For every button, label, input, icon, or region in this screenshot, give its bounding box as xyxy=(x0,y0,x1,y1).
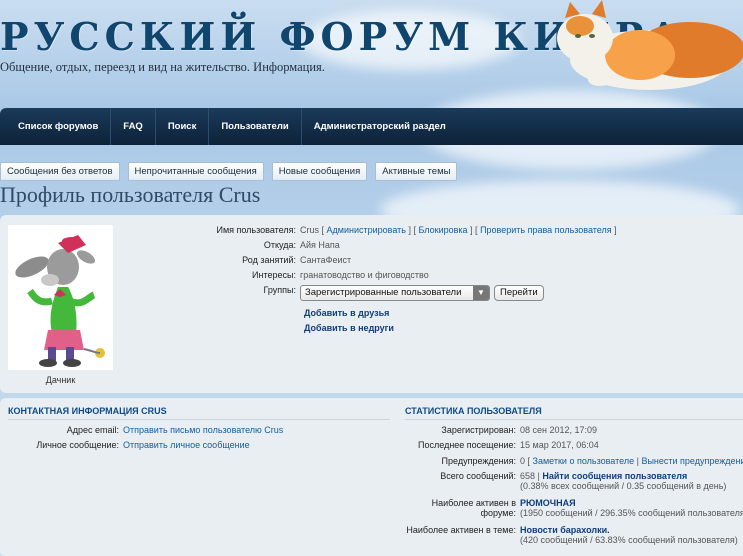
joined-value: 08 сен 2012, 17:09 xyxy=(520,425,598,435)
groups-select[interactable]: Зарегистрированные пользователи ▼ xyxy=(300,285,490,301)
active-forum-detail: (1950 сообщений / 296.35% сообщений поль… xyxy=(520,508,743,518)
interests-row: Интересы: гранатоводство и фиговодство xyxy=(140,268,429,282)
avatar-caption: Дачник xyxy=(45,375,76,385)
donkey-avatar-image xyxy=(8,225,113,370)
pm-row: Личное сообщение: Отправить личное сообщ… xyxy=(8,440,250,450)
details-panel: КОНТАКТНАЯ ИНФОРМАЦИЯ CRUS Адрес email: … xyxy=(0,398,743,556)
stats-section-title: СТАТИСТИКА ПОЛЬЗОВАТЕЛЯ xyxy=(405,406,743,420)
last-visit-value: 15 мар 2017, 06:04 xyxy=(520,440,599,450)
interests-value: гранатоводство и фиговодство xyxy=(300,270,429,280)
occupation-label: Род занятий: xyxy=(242,255,296,265)
send-pm-link[interactable]: Отправить личное сообщение xyxy=(123,440,250,450)
location-label: Откуда: xyxy=(263,240,296,250)
nav-users[interactable]: Пользователи xyxy=(209,108,302,145)
warnings-label: Предупреждения: xyxy=(441,456,516,466)
joined-row: Зарегистрирован: 08 сен 2012, 17:09 xyxy=(405,425,597,435)
username-label: Имя пользователя: xyxy=(216,225,296,235)
avatar xyxy=(8,225,113,370)
user-notes-link[interactable]: Заметки о пользователе xyxy=(533,456,635,466)
nav-search[interactable]: Поиск xyxy=(156,108,210,145)
active-topic-label: Наиболее активен в теме: xyxy=(406,525,516,535)
warnings-row: Предупреждения: 0 [ Заметки о пользовате… xyxy=(405,456,743,466)
groups-row: Группы: Зарегистрированные пользователи … xyxy=(140,285,544,303)
posts-detail: (0.38% всех сообщений / 0.35 сообщений в… xyxy=(520,481,727,491)
joined-label: Зарегистрирован: xyxy=(441,425,516,435)
unanswered-posts-button[interactable]: Сообщения без ответов xyxy=(0,162,120,181)
go-button[interactable]: Перейти xyxy=(494,285,544,301)
page-title: Профиль пользователя Crus xyxy=(0,182,261,207)
ban-link[interactable]: Блокировка xyxy=(418,225,467,235)
nav-admin[interactable]: Администраторский раздел xyxy=(302,108,458,145)
main-navbar: Список форумов FAQ Поиск Пользователи Ад… xyxy=(0,108,743,145)
username-value: Crus xyxy=(300,225,320,235)
administrate-link[interactable]: Администрировать xyxy=(327,225,406,235)
add-foe-link[interactable]: Добавить в недруги xyxy=(304,323,394,333)
active-forum-label: Наиболее активен в форуме: xyxy=(431,498,516,518)
username-row: Имя пользователя: Crus [ Администрироват… xyxy=(140,223,616,237)
interests-label: Интересы: xyxy=(252,270,296,280)
email-row: Адрес email: Отправить письмо пользовате… xyxy=(8,425,284,435)
active-topic-row: Наиболее активен в теме: Новости барахол… xyxy=(405,525,738,545)
posts-label: Всего сообщений: xyxy=(440,471,516,481)
location-row: Откуда: Айя Напа xyxy=(140,238,340,252)
pm-label: Личное сообщение: xyxy=(36,440,119,450)
groups-label: Группы: xyxy=(263,285,297,295)
occupation-row: Род занятий: СантаФеист xyxy=(140,253,351,267)
issue-warning-link[interactable]: Вынести предупреждение xyxy=(641,456,743,466)
new-posts-button[interactable]: Новые сообщения xyxy=(271,162,368,181)
occupation-value: СантаФеист xyxy=(300,255,352,265)
active-forum-row: Наиболее активен в форуме: РЮМОЧНАЯ (1950… xyxy=(405,498,743,518)
posts-count: 658 xyxy=(520,471,536,481)
posts-row: Всего сообщений: 658 | Найти сообщения п… xyxy=(405,471,726,491)
active-topic-link[interactable]: Новости барахолки. xyxy=(520,525,610,535)
find-posts-link[interactable]: Найти сообщения пользователя xyxy=(542,471,687,481)
active-topic-detail: (420 сообщений / 63.83% сообщений пользо… xyxy=(520,535,738,545)
check-permissions-link[interactable]: Проверить права пользователя xyxy=(480,225,612,235)
active-forum-link[interactable]: РЮМОЧНАЯ xyxy=(520,498,576,508)
send-email-link[interactable]: Отправить письмо пользователю Crus xyxy=(123,425,283,435)
location-value: Айя Напа xyxy=(300,240,340,250)
unread-posts-button[interactable]: Непрочитанные сообщения xyxy=(127,162,264,181)
cat-image xyxy=(557,0,743,90)
chevron-down-icon: ▼ xyxy=(473,286,489,300)
last-visit-label: Последнее посещение: xyxy=(418,440,516,450)
quick-links: Сообщения без ответов Непрочитанные сооб… xyxy=(0,162,458,181)
add-friend-row: Добавить в друзья xyxy=(304,306,389,320)
active-topics-button[interactable]: Активные темы xyxy=(375,162,458,181)
warnings-count: 0 xyxy=(520,456,526,466)
last-visit-row: Последнее посещение: 15 мар 2017, 06:04 xyxy=(405,440,599,450)
add-friend-link[interactable]: Добавить в друзья xyxy=(304,308,389,318)
contact-section-title: КОНТАКТНАЯ ИНФОРМАЦИЯ CRUS xyxy=(8,406,390,420)
add-foe-row: Добавить в недруги xyxy=(304,321,394,335)
email-label: Адрес email: xyxy=(66,425,119,435)
nav-faq[interactable]: FAQ xyxy=(111,108,156,145)
forum-tagline: Общение, отдых, переезд и вид на жительс… xyxy=(0,60,325,74)
profile-panel: Имя пользователя: Crus [ Администрироват… xyxy=(0,215,743,393)
nav-forum-list[interactable]: Список форумов xyxy=(0,108,112,145)
